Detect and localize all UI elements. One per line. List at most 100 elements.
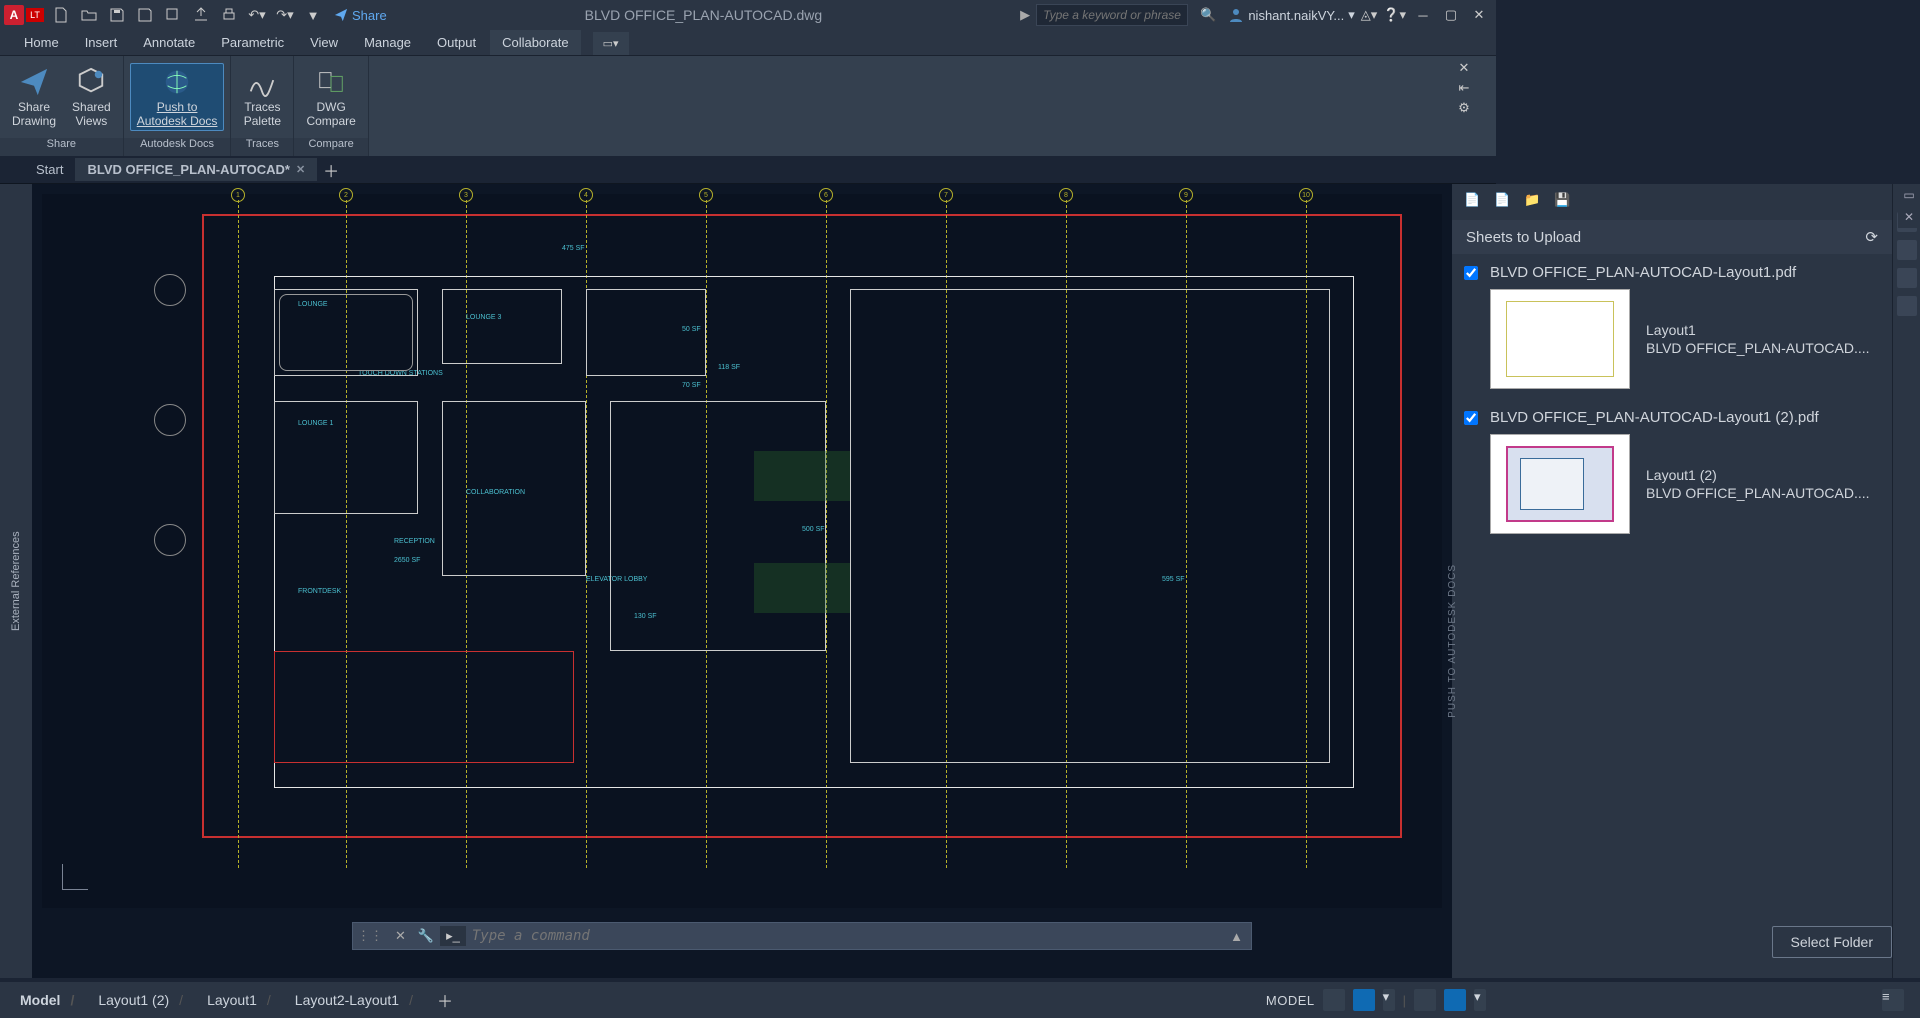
layout-tabs: Model Layout1 (2) Layout1 Layout2-Layout… (0, 982, 1920, 1018)
folder-icon[interactable]: 📁 (1524, 192, 1544, 212)
qat-dropdown-icon[interactable]: ▼ (304, 6, 322, 24)
ortho-icon[interactable] (1414, 989, 1436, 1011)
panel-settings-icon[interactable]: ⚙ (1454, 98, 1474, 118)
status-bar: MODEL ▾ | ▾ ≡ (1266, 989, 1920, 1011)
ucs-icon (62, 850, 102, 890)
tab-view[interactable]: View (298, 30, 350, 55)
tab-layout1[interactable]: Layout1 (195, 986, 283, 1014)
saveall-icon[interactable] (164, 6, 182, 24)
polar-dropdown-icon[interactable]: ▾ (1474, 989, 1486, 1011)
maximize-button[interactable]: ▢ (1440, 4, 1462, 26)
nav-zoom-icon[interactable] (1897, 268, 1917, 288)
cmd-history-icon[interactable]: ▲ (1222, 929, 1251, 944)
infocenter-arrow-icon[interactable]: ▶ (1020, 7, 1030, 23)
undo-icon[interactable]: ↶▾ (248, 6, 266, 24)
panel-heading: Sheets to Upload (1466, 229, 1581, 246)
nav-orbit-icon[interactable] (1897, 296, 1917, 316)
autodesk-app-icon[interactable]: ◬▾ (1361, 7, 1378, 23)
saveas-icon[interactable] (136, 6, 154, 24)
drawing-canvas[interactable]: 1 2 3 4 5 6 7 8 9 10 LOUNGE LOUNGE 3 LOU… (32, 184, 1452, 978)
close-tab-icon[interactable]: ✕ (296, 163, 305, 176)
external-references-palette[interactable]: External References (0, 184, 32, 978)
share-button[interactable]: Share (334, 8, 387, 23)
polar-icon[interactable] (1444, 989, 1466, 1011)
panel-close-icon[interactable]: ✕ (1454, 58, 1474, 78)
minimize-button[interactable]: ─ (1412, 4, 1434, 26)
sheet-thumbnail[interactable] (1490, 289, 1630, 389)
command-input[interactable] (472, 928, 1216, 944)
tab-extra[interactable]: ▭▾ (593, 32, 629, 55)
search-box[interactable] (1036, 4, 1188, 26)
tab-model[interactable]: Model (8, 986, 86, 1014)
snap-icon[interactable] (1353, 989, 1375, 1011)
cube-share-icon (75, 66, 107, 98)
globe-icon (161, 66, 193, 98)
group-label: Traces (231, 138, 293, 156)
dwg-compare-button[interactable]: DWG Compare (300, 64, 361, 130)
cmd-close-icon[interactable]: ✕ (389, 928, 412, 944)
close-button[interactable]: ✕ (1468, 4, 1490, 26)
push-to-docs-panel: 📄 📄 📁 💾 Sheets to Upload ⟳ BLVD OFFICE_P… (1452, 184, 1892, 978)
save-icon[interactable] (108, 6, 126, 24)
customization-icon[interactable]: ≡ (1882, 989, 1904, 1011)
tab-output[interactable]: Output (425, 30, 488, 55)
print-icon[interactable] (220, 6, 238, 24)
open-icon[interactable] (80, 6, 98, 24)
sheet-layout: Layout1 (2) (1646, 467, 1870, 483)
sheet-dwg: BLVD OFFICE_PLAN-AUTOCAD.... (1646, 485, 1870, 501)
sheet-checkbox[interactable] (1464, 411, 1478, 425)
sheet-item: BLVD OFFICE_PLAN-AUTOCAD-Layout1 (2).pdf… (1452, 399, 1892, 544)
tab-insert[interactable]: Insert (73, 30, 130, 55)
compare-icon (315, 66, 347, 98)
close-secondary-icon[interactable]: ✕ (1898, 206, 1920, 228)
tab-annotate[interactable]: Annotate (131, 30, 207, 55)
grid-icon[interactable] (1323, 989, 1345, 1011)
nav-pan-icon[interactable] (1897, 240, 1917, 260)
snap-dropdown-icon[interactable]: ▾ (1383, 989, 1395, 1011)
user-name: nishant.naikVY... (1248, 8, 1344, 23)
cmd-customize-icon[interactable]: 🔧 (418, 928, 434, 944)
add-sheet-icon[interactable]: 📄 (1464, 192, 1484, 212)
cmd-handle-icon[interactable]: ⋮⋮ (353, 928, 383, 944)
restore-icon[interactable]: ▭ (1898, 184, 1920, 206)
shared-views-button[interactable]: Shared Views (66, 64, 117, 130)
tab-home[interactable]: Home (12, 30, 71, 55)
tab-manage[interactable]: Manage (352, 30, 423, 55)
add-tab-button[interactable]: ＋ (317, 158, 345, 182)
add-layout-button[interactable]: ＋ (425, 988, 465, 1012)
search-icon[interactable]: 🔍 (1194, 7, 1222, 23)
sheet-item: BLVD OFFICE_PLAN-AUTOCAD-Layout1.pdf Lay… (1452, 254, 1892, 399)
document-tabs: Start BLVD OFFICE_PLAN-AUTOCAD* ✕ ＋ (0, 156, 1496, 184)
traces-palette-button[interactable]: Traces Palette (237, 64, 287, 130)
push-to-docs-button[interactable]: Push to Autodesk Docs (130, 63, 225, 131)
redo-icon[interactable]: ↷▾ (276, 6, 294, 24)
document-tab[interactable]: BLVD OFFICE_PLAN-AUTOCAD* ✕ (75, 158, 317, 181)
quick-access-toolbar: ↶▾ ↷▾ ▼ (52, 6, 322, 24)
tab-layout1-2[interactable]: Layout1 (2) (86, 986, 195, 1014)
refresh-icon[interactable]: ⟳ (1865, 228, 1878, 246)
traces-icon (246, 66, 278, 98)
user-menu[interactable]: nishant.naikVY...▾ (1228, 7, 1354, 23)
save-settings-icon[interactable]: 💾 (1554, 192, 1574, 212)
help-icon[interactable]: ❔▾ (1383, 7, 1406, 23)
group-label: Autodesk Docs (124, 138, 231, 156)
start-tab[interactable]: Start (24, 158, 75, 181)
select-folder-button[interactable]: Select Folder (1772, 926, 1892, 958)
model-space-button[interactable]: MODEL (1266, 993, 1315, 1008)
remove-sheet-icon[interactable]: 📄 (1494, 192, 1514, 212)
command-line[interactable]: ⋮⋮ ✕ 🔧 ▸_ ▲ (352, 922, 1252, 950)
new-icon[interactable] (52, 6, 70, 24)
tab-layout2-layout1[interactable]: Layout2-Layout1 (283, 986, 425, 1014)
tab-parametric[interactable]: Parametric (209, 30, 296, 55)
search-input[interactable] (1037, 8, 1187, 22)
sheet-layout: Layout1 (1646, 322, 1870, 338)
share-label: Share (352, 8, 387, 23)
export-icon[interactable] (192, 6, 210, 24)
group-label: Compare (294, 138, 367, 156)
sheet-checkbox[interactable] (1464, 266, 1478, 280)
tab-collaborate[interactable]: Collaborate (490, 30, 581, 55)
panel-collapse-icon[interactable]: ⇤ (1454, 78, 1474, 98)
ribbon: Share Drawing Shared Views Share Push to… (0, 56, 1496, 156)
share-drawing-button[interactable]: Share Drawing (6, 64, 62, 130)
sheet-thumbnail[interactable] (1490, 434, 1630, 534)
